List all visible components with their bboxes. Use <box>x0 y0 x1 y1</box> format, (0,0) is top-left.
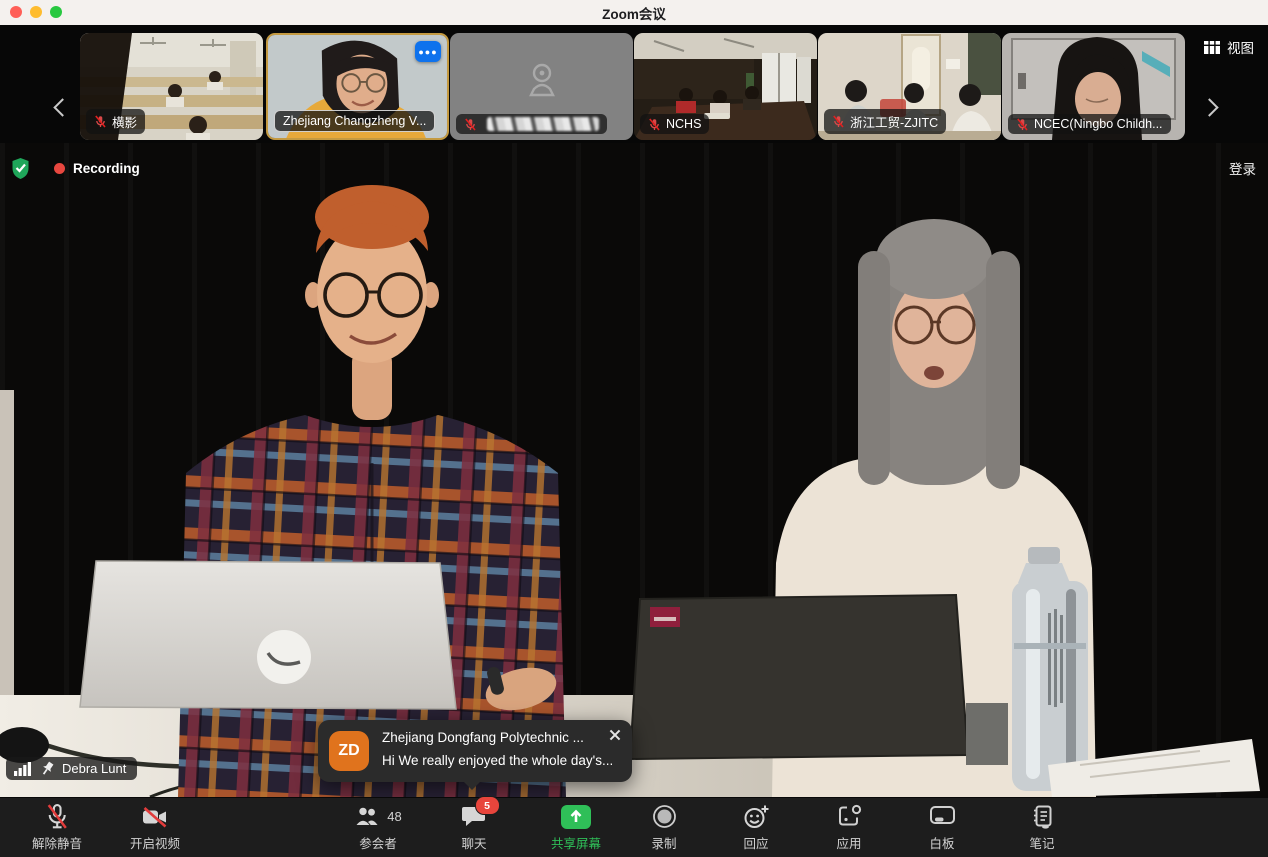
main-speaker-video: Recording 登录 Debra Lunt ZD Zhejiang Dong <box>0 143 1268 797</box>
minimize-window-button[interactable] <box>30 6 42 18</box>
reactions-button[interactable]: 回应 <box>731 803 781 852</box>
participant-name: 横影 <box>112 112 137 131</box>
signal-strength-icon <box>14 761 33 776</box>
share-screen-icon <box>561 805 591 829</box>
muted-mic-icon <box>44 803 70 830</box>
video-thumbnail-zjitc[interactable]: 浙江工贸-ZJITC <box>818 33 1001 140</box>
zoom-meeting-window: Zoom会议 <box>0 0 1268 857</box>
muted-mic-icon <box>832 115 845 128</box>
close-window-button[interactable] <box>10 6 22 18</box>
record-icon <box>652 804 677 829</box>
participants-count: 48 <box>387 809 401 824</box>
video-thumbnail-ncec[interactable]: NCEC(Ningbo Childh... <box>1002 33 1185 140</box>
participants-icon <box>354 806 382 827</box>
video-thumbnail-no-video[interactable] <box>450 33 633 140</box>
chat-sender-avatar: ZD <box>329 731 369 771</box>
unmute-label: 解除静音 <box>32 833 82 852</box>
chat-message-preview: Hi We really enjoyed the whole day's... <box>382 753 614 768</box>
obscured-name-scribble <box>487 117 599 131</box>
start-video-button[interactable]: 开启视频 <box>120 803 190 852</box>
speaker-scene <box>0 143 1268 797</box>
titlebar: Zoom会议 <box>0 0 1268 25</box>
login-link[interactable]: 登录 <box>1229 158 1256 178</box>
scroll-right-chevron-icon[interactable] <box>1200 98 1218 116</box>
camera-placeholder-icon <box>524 63 560 97</box>
participant-name-tag: 横影 <box>86 109 145 134</box>
share-screen-button[interactable]: 共享屏幕 <box>543 803 609 852</box>
participant-name-tag <box>456 114 607 134</box>
chat-unread-badge: 5 <box>475 796 500 815</box>
muted-mic-icon <box>648 118 661 131</box>
notes-icon <box>1031 804 1054 830</box>
active-speaker-name: Debra Lunt <box>62 761 126 776</box>
share-screen-label: 共享屏幕 <box>551 833 601 852</box>
fullscreen-window-button[interactable] <box>50 6 62 18</box>
reactions-smiley-icon <box>743 804 770 829</box>
encryption-shield-icon <box>10 157 31 180</box>
chat-button[interactable]: 5 聊天 <box>444 803 504 852</box>
muted-mic-icon <box>464 118 477 131</box>
video-off-icon <box>141 806 169 828</box>
video-thumbnail-nchs[interactable]: NCHS <box>634 33 817 140</box>
participant-name: NCEC(Ningbo Childh... <box>1034 117 1163 131</box>
reactions-label: 回应 <box>743 833 768 852</box>
record-label: 录制 <box>651 833 676 852</box>
view-button-label: 视图 <box>1227 37 1254 57</box>
video-thumbnail-hengying[interactable]: 横影 <box>80 33 263 140</box>
chat-sender-name: Zhejiang Dongfang Polytechnic ... <box>382 730 602 745</box>
participant-name-tag: NCHS <box>640 114 709 134</box>
apps-button[interactable]: 应用 <box>824 803 874 852</box>
notes-button[interactable]: 笔记 <box>1017 803 1067 852</box>
participant-name: Zhejiang Changzheng V... <box>283 114 426 128</box>
recording-dot-icon <box>54 163 65 174</box>
meeting-status: Recording <box>10 157 140 180</box>
meeting-toolbar: 解除静音 开启视频 48 <box>0 797 1268 857</box>
scroll-left-chevron-icon[interactable] <box>53 98 71 116</box>
video-thumbnail-zhejiang-changzheng[interactable]: ●●● Zhejiang Changzheng V... <box>266 33 449 140</box>
traffic-lights <box>10 6 62 18</box>
participant-name: NCHS <box>666 117 701 131</box>
participant-name: 浙江工贸-ZJITC <box>850 112 938 131</box>
apps-icon <box>837 804 862 829</box>
thumbnail-more-options-button[interactable]: ●●● <box>415 41 441 62</box>
participants-label: 参会者 <box>359 833 397 852</box>
recording-indicator: Recording <box>54 161 140 176</box>
muted-mic-icon <box>94 115 107 128</box>
view-button[interactable]: 视图 <box>1198 34 1260 60</box>
participant-name-tag: Zhejiang Changzheng V... <box>274 110 435 132</box>
whiteboard-label: 白板 <box>929 833 954 852</box>
whiteboard-button[interactable]: 白板 <box>917 803 967 852</box>
participant-name-tag: 浙江工贸-ZJITC <box>824 109 946 134</box>
recording-label: Recording <box>73 161 140 176</box>
grid-view-icon <box>1204 41 1220 54</box>
start-video-label: 开启视频 <box>130 833 180 852</box>
active-speaker-name-tag: Debra Lunt <box>6 757 137 780</box>
whiteboard-icon <box>929 805 956 828</box>
notes-label: 笔记 <box>1029 833 1054 852</box>
window-title: Zoom会议 <box>602 3 666 23</box>
participant-name-tag: NCEC(Ningbo Childh... <box>1008 114 1171 134</box>
pin-icon <box>40 761 55 776</box>
participants-button[interactable]: 48 参会者 <box>335 803 421 852</box>
unmute-button[interactable]: 解除静音 <box>22 803 92 852</box>
close-icon[interactable] <box>607 727 623 743</box>
chat-notification-popup[interactable]: ZD Zhejiang Dongfang Polytechnic ... Hi … <box>318 720 632 782</box>
muted-mic-icon <box>1016 118 1029 131</box>
chat-label: 聊天 <box>461 833 486 852</box>
video-filmstrip: 横影 ●●● Zhejiang Changzheng V... <box>0 25 1268 143</box>
apps-label: 应用 <box>836 833 861 852</box>
record-button[interactable]: 录制 <box>639 803 689 852</box>
